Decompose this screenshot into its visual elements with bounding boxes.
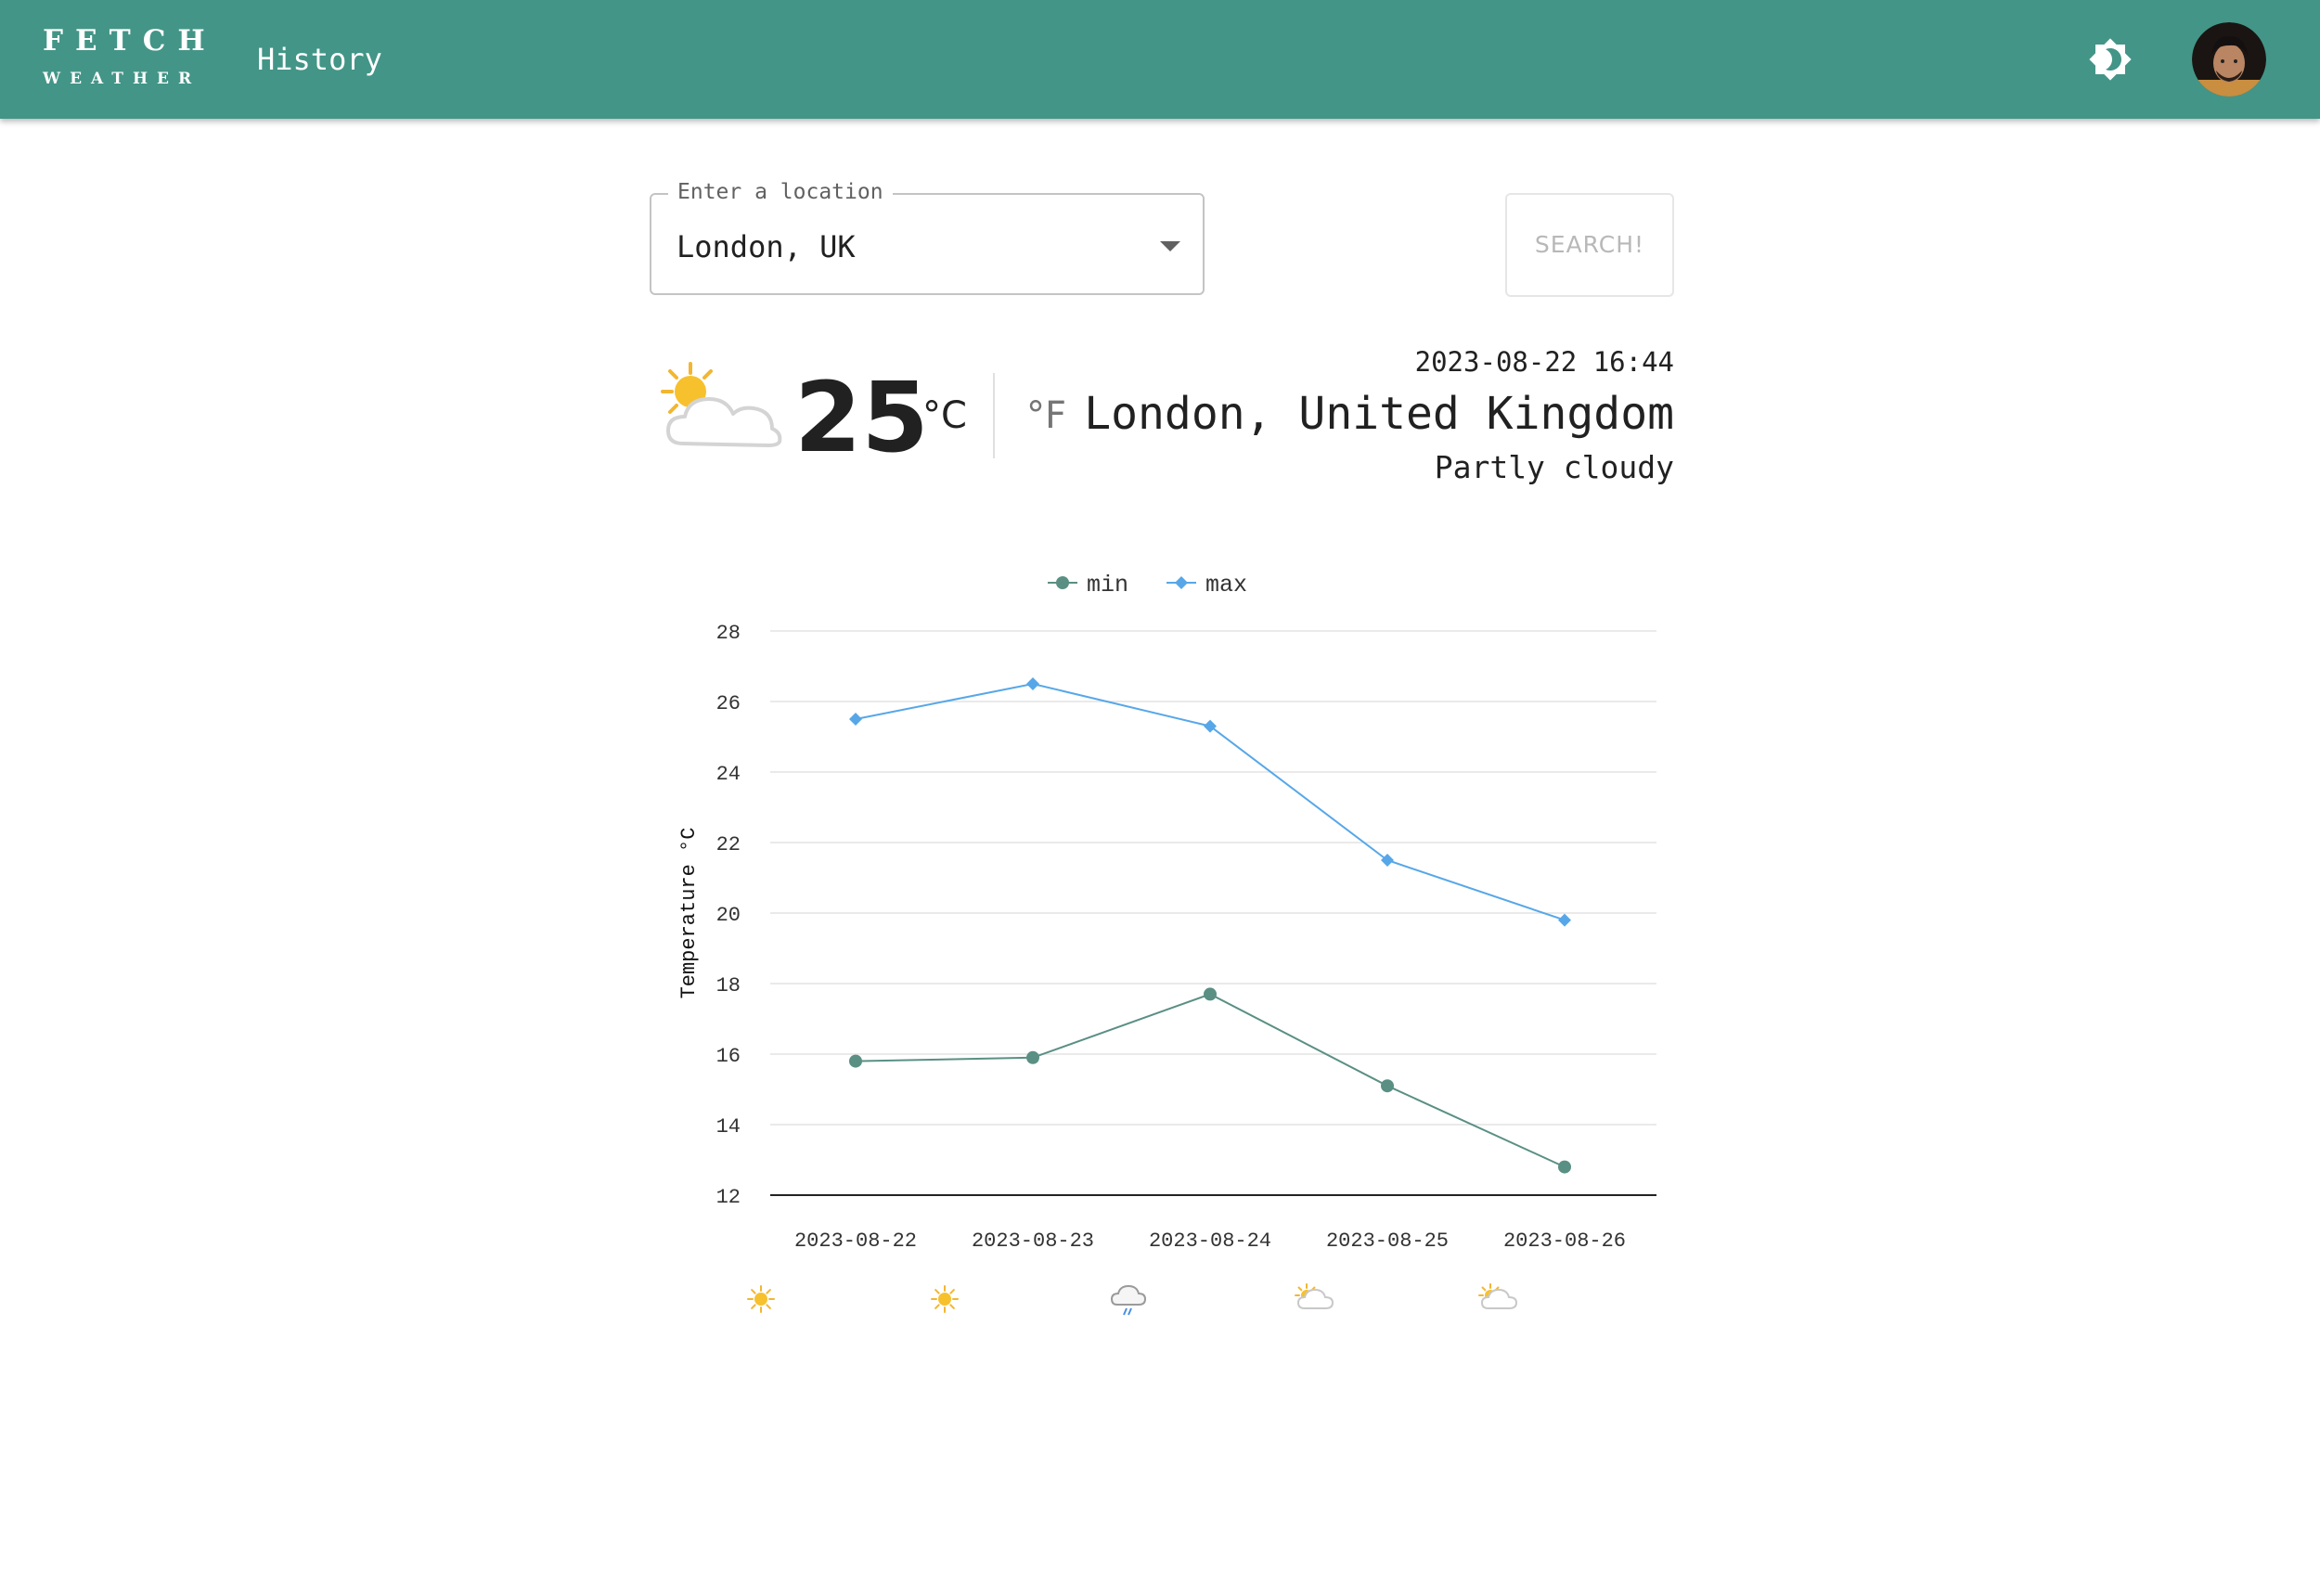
location-field-label: Enter a location	[668, 178, 893, 206]
logo-subtitle: WEATHER	[43, 70, 201, 88]
partly-cloudy-icon	[1295, 1283, 1334, 1309]
legend-label: max	[1205, 572, 1247, 598]
x-tick-label: 2023-08-23	[972, 1229, 1094, 1253]
theme-toggle-button[interactable]	[2088, 37, 2133, 82]
fahrenheit-toggle[interactable]: °F	[1026, 393, 1066, 438]
y-tick-label: 14	[716, 1115, 741, 1139]
nav-history-link[interactable]: History	[257, 41, 382, 78]
dropdown-arrow-icon[interactable]	[1160, 241, 1180, 251]
celsius-toggle[interactable]: °C	[922, 393, 967, 438]
sunny-icon	[747, 1285, 775, 1313]
location-field[interactable]: Enter a location London, UK	[650, 178, 1205, 295]
data-point-min	[1558, 1160, 1571, 1174]
app-bar: FETCH WEATHER History	[0, 0, 2320, 119]
current-temperature: 25	[794, 361, 929, 474]
partly-cloudy-icon	[1478, 1283, 1518, 1309]
location-input[interactable]: London, UK	[677, 228, 856, 265]
y-tick-label: 18	[716, 974, 741, 998]
y-tick-label: 20	[716, 904, 741, 927]
y-tick-label: 24	[716, 763, 741, 786]
data-point-min	[849, 1054, 862, 1068]
y-tick-label: 28	[716, 622, 741, 645]
data-point-min	[1204, 987, 1217, 1001]
avatar-image	[2192, 22, 2266, 97]
data-point-max	[849, 713, 862, 726]
temperature-chart: 12 14 16 18 20 22 24 26 28 2023-08-22 2023-08-23 20…	[677, 572, 1656, 1316]
location-name: London, United Kingdom	[1084, 388, 1674, 440]
brightness-icon	[2089, 38, 2132, 81]
x-tick-label: 2023-08-22	[794, 1229, 917, 1253]
data-point-min	[1381, 1079, 1394, 1093]
y-axis-title: Temperature °C	[677, 828, 701, 999]
y-tick-label: 26	[716, 692, 741, 715]
y-tick-label: 16	[716, 1045, 741, 1068]
data-point-min	[1026, 1050, 1039, 1064]
x-tick-label: 2023-08-25	[1326, 1229, 1449, 1253]
y-tick-label: 22	[716, 833, 741, 856]
series-line-max	[855, 682, 1566, 921]
legend-label: min	[1087, 572, 1128, 598]
app-logo[interactable]: FETCH WEATHER	[43, 22, 217, 91]
logo-title: FETCH	[43, 24, 217, 58]
local-datetime: 2023-08-22 16:44	[1414, 346, 1674, 378]
legend-marker	[1056, 576, 1069, 589]
series-line-min	[855, 993, 1566, 1168]
data-point-max	[1558, 913, 1571, 927]
data-point-max	[1026, 677, 1039, 690]
y-tick-label: 12	[716, 1186, 741, 1209]
weather-condition: Partly cloudy	[1434, 449, 1674, 485]
sunny-icon	[931, 1285, 959, 1313]
rain-icon	[1110, 1284, 1147, 1316]
x-tick-label: 2023-08-26	[1503, 1229, 1626, 1253]
partly-cloudy-icon	[661, 362, 782, 447]
unit-divider	[993, 373, 995, 458]
search-button[interactable]: SEARCH!	[1505, 193, 1674, 297]
x-tick-label: 2023-08-24	[1149, 1229, 1271, 1253]
user-avatar[interactable]	[2192, 22, 2266, 97]
legend-marker	[1175, 576, 1188, 589]
